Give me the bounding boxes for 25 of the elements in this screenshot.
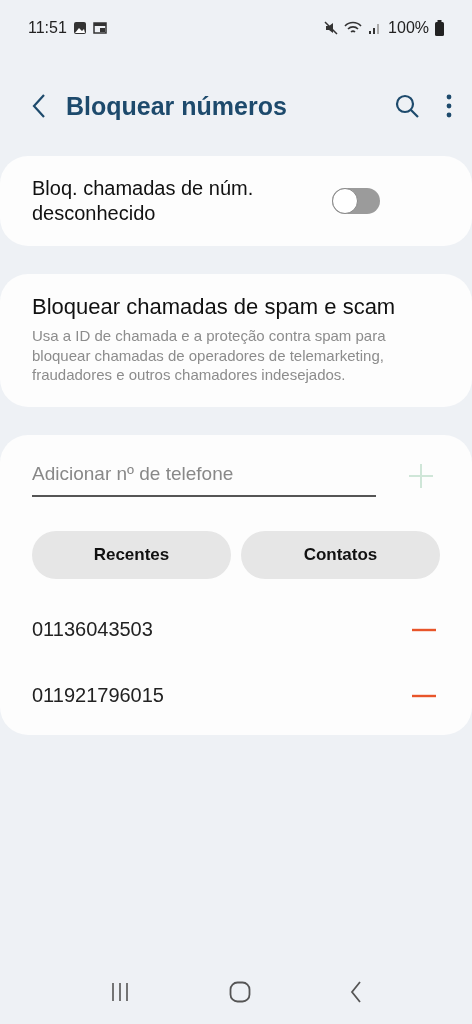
minus-icon[interactable] — [412, 627, 436, 632]
page-title: Bloquear números — [66, 91, 288, 121]
setting-description: Usa a ID de chamada e a proteção contra spam para bloquear chamadas de operadores de telemarketing, fraudadores e outros chamadores indesejados. — [32, 326, 387, 385]
source-button[interactable]: Contatos — [241, 530, 440, 579]
window-icon — [92, 21, 107, 35]
setting-title: Bloquear chamadas de spam e scam — [32, 294, 397, 320]
back-icon[interactable] — [32, 93, 46, 119]
status-time: 11:51 — [28, 19, 67, 37]
battery-icon — [435, 20, 444, 36]
wifi-icon — [344, 21, 363, 35]
blocked-number: 011921796015 — [32, 684, 165, 707]
home-icon[interactable] — [229, 981, 251, 1003]
phone-input-field[interactable]: Adicionar nº de telefone — [32, 454, 376, 497]
recent-apps-icon[interactable] — [109, 982, 130, 1002]
search-icon[interactable] — [394, 93, 420, 119]
source-button[interactable]: Recentes — [32, 530, 231, 579]
mute-icon — [324, 21, 339, 35]
back-icon[interactable] — [350, 981, 363, 1003]
setting-label: Bloq. chamadas de núm. desconhecido — [32, 176, 255, 226]
more-options-icon[interactable] — [446, 94, 452, 118]
battery-level: 100% — [388, 19, 429, 37]
minus-icon[interactable] — [412, 693, 436, 698]
gallery-icon — [72, 21, 87, 35]
blocked-number: 01136043503 — [32, 618, 154, 641]
toggle-switch[interactable] — [332, 188, 380, 214]
